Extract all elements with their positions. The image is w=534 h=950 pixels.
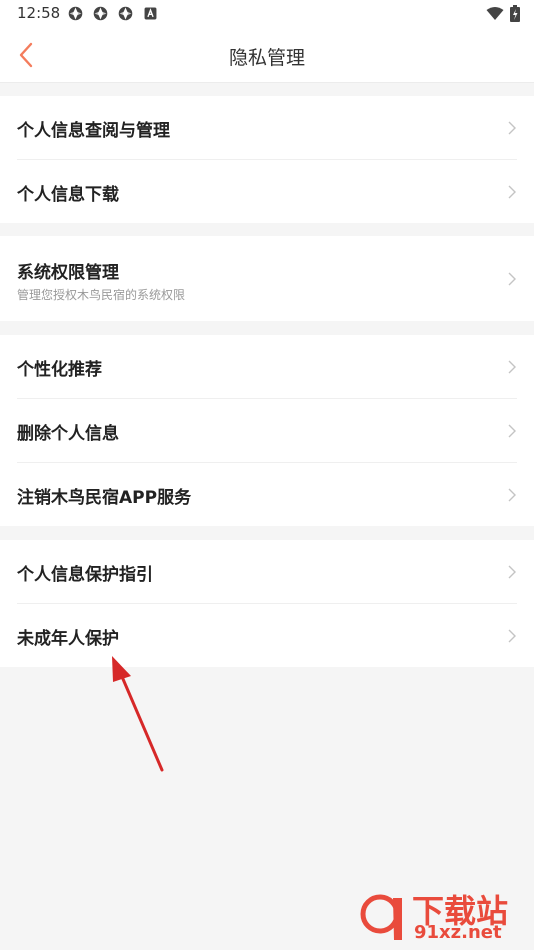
menu-item-label: 删除个人信息 — [17, 424, 119, 444]
a-badge-icon — [144, 7, 157, 20]
nav-bar: 隐私管理 — [0, 28, 534, 83]
chevron-right-icon — [508, 272, 516, 285]
menu-item-label: 系统权限管理 — [17, 263, 119, 283]
chevron-right-icon — [508, 185, 516, 198]
chevron-right-icon — [508, 424, 516, 437]
status-bar: 12:58 — [0, 0, 534, 28]
annotation-arrow-icon — [112, 656, 164, 772]
menu-item-download-info[interactable]: 个人信息下载 — [17, 160, 517, 223]
menu-item-label: 个人信息下载 — [17, 185, 119, 205]
menu-item-label: 个性化推荐 — [17, 360, 102, 380]
app-icon — [68, 6, 83, 21]
menu-item-minor-protection[interactable]: 未成年人保护 — [17, 604, 517, 667]
menu-item-system-permissions[interactable]: 系统权限管理 管理您授权木鸟民宿的系统权限 — [17, 236, 517, 321]
status-time: 12:58 — [17, 4, 61, 22]
watermark-domain: 91xz.net — [414, 922, 502, 943]
app-icon — [118, 6, 133, 21]
menu-item-view-manage-info[interactable]: 个人信息查阅与管理 — [17, 96, 517, 160]
chevron-right-icon — [508, 121, 516, 134]
watermark-logo: 下载站 91xz.net — [360, 884, 530, 948]
app-icon — [93, 6, 108, 21]
chevron-right-icon — [508, 360, 516, 373]
menu-item-label: 未成年人保护 — [17, 629, 119, 649]
settings-group-protection: 个人信息保护指引 未成年人保护 — [0, 540, 534, 667]
chevron-right-icon — [508, 488, 516, 501]
menu-item-label: 个人信息保护指引 — [17, 565, 153, 585]
settings-group-personal-info: 个人信息查阅与管理 个人信息下载 — [0, 96, 534, 223]
menu-item-personalized-recommend[interactable]: 个性化推荐 — [17, 335, 517, 399]
status-system-icons — [486, 5, 520, 22]
menu-item-protection-guide[interactable]: 个人信息保护指引 — [17, 540, 517, 604]
menu-item-label: 个人信息查阅与管理 — [17, 121, 170, 141]
menu-item-subtitle: 管理您授权木鸟民宿的系统权限 — [17, 288, 186, 302]
settings-group-account: 个性化推荐 删除个人信息 注销木鸟民宿APP服务 — [0, 335, 534, 526]
battery-icon — [510, 5, 520, 22]
page-title: 隐私管理 — [228, 47, 305, 69]
wifi-icon — [486, 6, 504, 20]
settings-group-permissions: 系统权限管理 管理您授权木鸟民宿的系统权限 — [0, 236, 534, 321]
chevron-right-icon — [508, 565, 516, 578]
menu-item-cancel-service[interactable]: 注销木鸟民宿APP服务 — [17, 463, 517, 526]
menu-item-label: 注销木鸟民宿APP服务 — [17, 488, 192, 508]
menu-item-delete-info[interactable]: 删除个人信息 — [17, 399, 517, 463]
chevron-right-icon — [508, 629, 516, 642]
status-notification-icons — [67, 5, 159, 22]
